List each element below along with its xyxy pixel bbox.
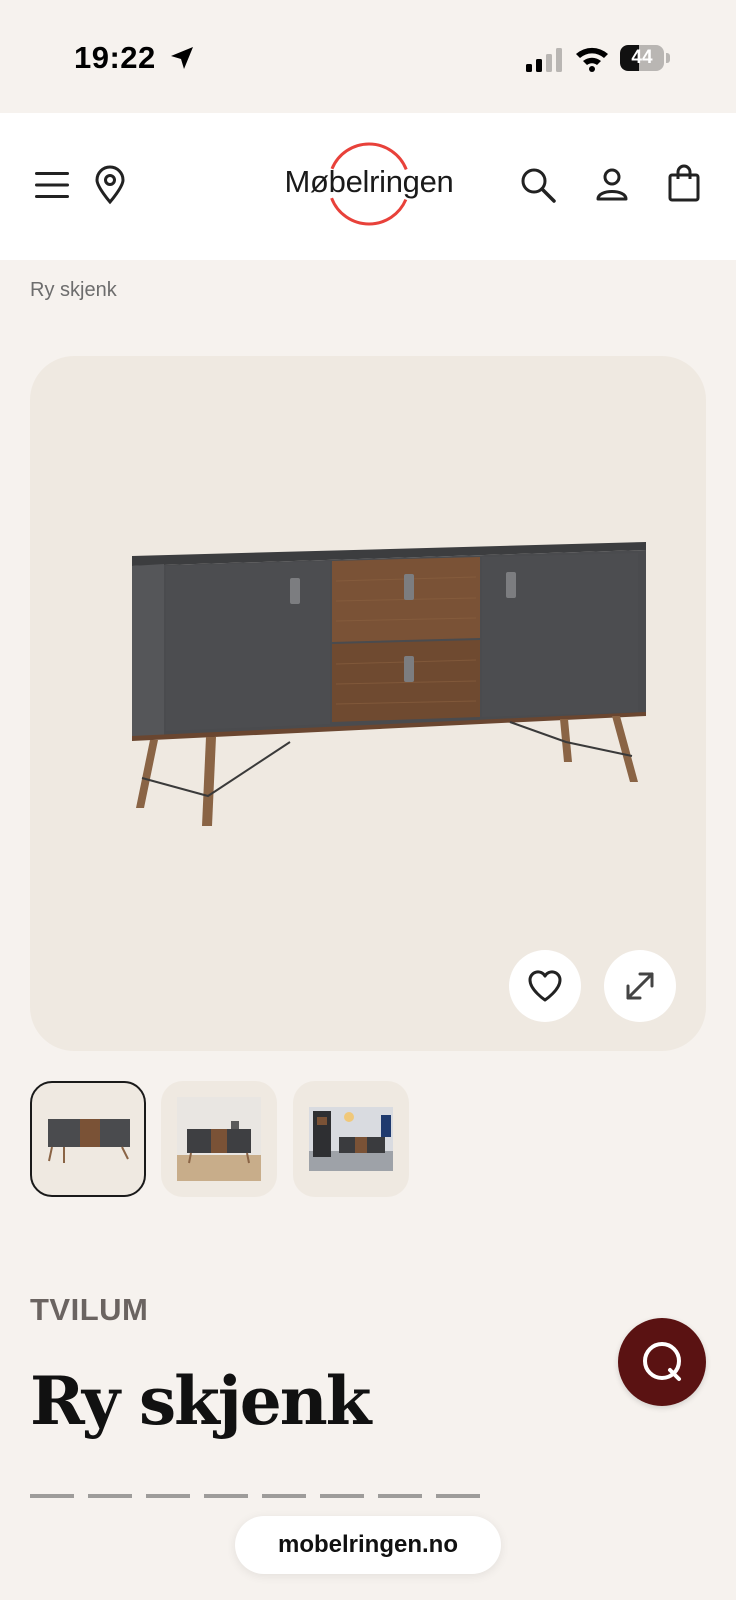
product-brand[interactable]: TVILUM <box>30 1292 148 1328</box>
thumbnail-3[interactable] <box>293 1081 409 1197</box>
product-title: Ry skjenk <box>30 1362 371 1440</box>
product-gallery[interactable] <box>30 356 706 1051</box>
thumbnail-1-image <box>48 1119 130 1163</box>
chat-button[interactable] <box>618 1318 706 1406</box>
battery-icon: 44 <box>620 45 670 71</box>
hamburger-icon[interactable] <box>32 165 72 205</box>
search-icon[interactable] <box>518 165 558 205</box>
status-time: 19:22 <box>74 40 156 75</box>
favorite-button[interactable] <box>509 950 581 1022</box>
product-description-cutoff <box>30 1488 490 1498</box>
location-arrow-icon <box>171 47 193 69</box>
logo[interactable]: Møbelringen <box>276 141 462 233</box>
logo-text: Møbelringen <box>284 164 454 199</box>
user-icon[interactable] <box>592 165 632 205</box>
thumbnail-2[interactable] <box>161 1081 277 1197</box>
chat-icon <box>643 1342 681 1381</box>
expand-button[interactable] <box>604 950 676 1022</box>
wifi-icon <box>576 47 608 72</box>
breadcrumb[interactable]: Ry skjenk <box>30 279 117 302</box>
battery-percent: 44 <box>631 47 653 68</box>
expand-icon <box>626 972 654 1000</box>
heart-icon <box>528 970 562 1002</box>
map-pin-icon[interactable] <box>90 165 130 205</box>
thumbnail-3-image <box>309 1107 393 1171</box>
url-bar[interactable]: mobelringen.no <box>235 1516 501 1574</box>
shopping-bag-icon[interactable] <box>664 163 704 203</box>
status-bar: 19:22 44 <box>0 0 736 113</box>
cellular-signal-icon <box>526 48 562 72</box>
thumbnail-2-image <box>177 1097 261 1181</box>
site-header: Møbelringen <box>0 113 736 260</box>
sideboard-product-image <box>132 542 646 826</box>
thumbnail-1[interactable] <box>30 1081 146 1197</box>
